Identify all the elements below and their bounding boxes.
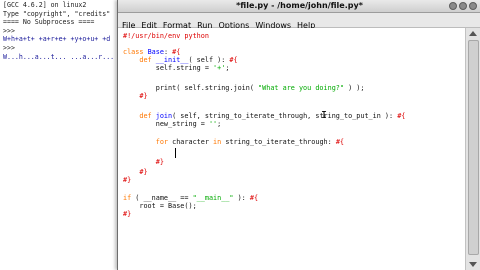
vertical-scrollbar[interactable] <box>465 28 480 270</box>
code-line: #} <box>139 92 148 100</box>
minimize-icon[interactable] <box>449 2 457 10</box>
code-line: def __init__( self ): #{ <box>139 56 238 64</box>
title-bar[interactable]: *file.py - /home/john/file.py* <box>118 0 480 13</box>
code-line: #} <box>155 158 164 166</box>
close-icon[interactable] <box>469 2 477 10</box>
editor-window[interactable]: *file.py - /home/john/file.py* File Edit F… <box>117 0 480 270</box>
scroll-down-icon[interactable] <box>469 262 477 267</box>
code-line: for character in string_to_iterate_throu… <box>155 138 344 146</box>
shell-line: [GCC 4.6.2] on linux2 <box>3 1 87 9</box>
menu-bar: File Edit Format Run Options Windows Help <box>118 13 480 30</box>
code-line: #} <box>123 176 132 184</box>
code-line: #!/usr/bin/env python <box>123 32 209 40</box>
code-line: print( self.string.join( "What are you d… <box>123 84 365 92</box>
shell-output: W+h+a+t+ +a+r+e+ +y+o+u+ +d <box>3 35 111 44</box>
text-cursor <box>175 148 176 158</box>
code-line: if ( __name__ == "__main__" ): #{ <box>123 194 259 202</box>
code-line: root = Base(); <box>123 202 197 210</box>
python-shell-window[interactable]: [GCC 4.6.2] on linux2 Type "copyright", … <box>0 0 125 270</box>
window-title: *file.py - /home/john/file.py* <box>236 1 363 10</box>
code-editor[interactable]: #!/usr/bin/env python class Base: #{ def… <box>118 28 464 270</box>
code-line: #} <box>139 168 148 176</box>
shell-line: ==== No Subprocess ==== <box>3 18 95 27</box>
code-line: #} <box>123 210 132 218</box>
scroll-up-icon[interactable] <box>469 31 477 36</box>
ibeam-cursor-icon: I <box>321 110 328 121</box>
shell-prompt: >>> <box>3 26 15 35</box>
shell-line: Type "copyright", "credits" <box>3 9 111 18</box>
maximize-icon[interactable] <box>459 2 467 10</box>
code-line: def join( self, string_to_iterate_throug… <box>139 112 406 120</box>
code-line: class Base: #{ <box>123 48 181 56</box>
scroll-thumb[interactable] <box>468 40 479 255</box>
code-line: new_string = ''; <box>123 120 222 128</box>
shell-output: W...h...a...t... ...a...r... <box>3 52 115 61</box>
code-line: self.string = '+'; <box>123 64 230 72</box>
shell-prompt: >>> <box>3 43 15 52</box>
